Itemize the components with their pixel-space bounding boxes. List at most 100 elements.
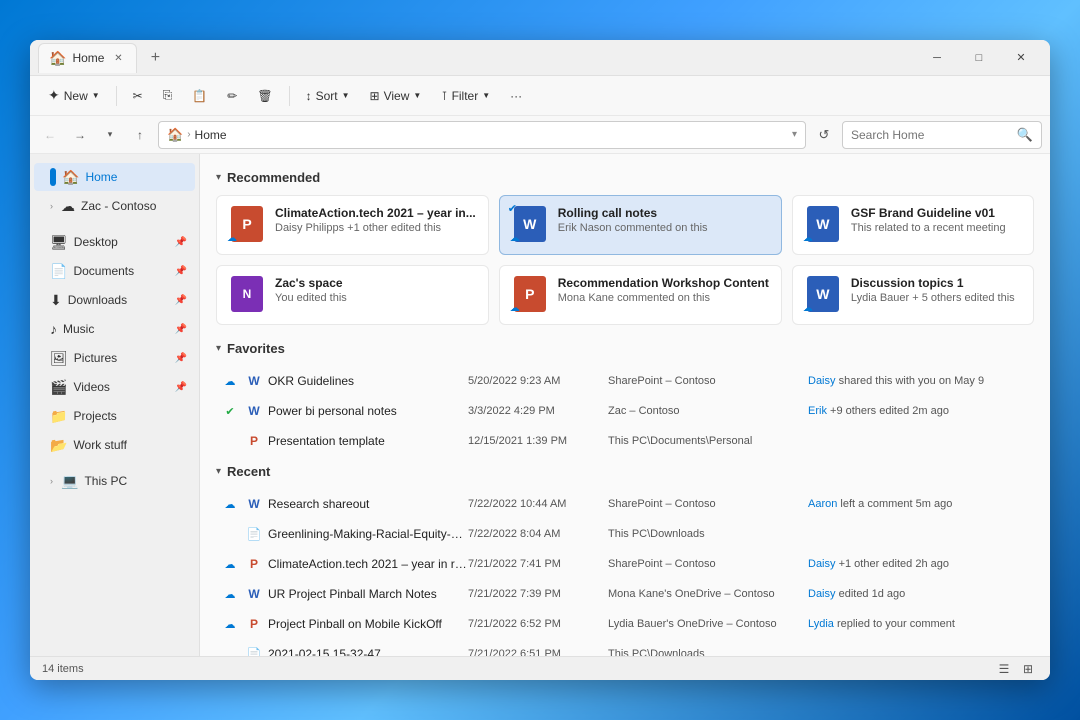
new-label: New — [64, 89, 88, 103]
forward-button[interactable]: → — [68, 123, 92, 147]
rec-3-activity-text: +1 other edited 2h ago — [839, 558, 949, 570]
sidebar-item-home[interactable]: 🏠 Home — [34, 163, 195, 191]
rec-card-4[interactable]: N Zac's space You edited this — [216, 265, 489, 325]
nb-icon-4: N — [231, 276, 263, 312]
sidebar-item-documents[interactable]: 📄 Documents 📌 — [34, 257, 195, 285]
content-area: ▾ Recommended P ☁ ClimateAction.tech 202… — [200, 154, 1050, 656]
main-area: 🏠 Home › ☁ Zac - Contoso 🖥 Desktop 📌 📄 D… — [30, 154, 1050, 656]
recommended-header: ▾ Recommended — [216, 170, 1034, 185]
sidebar-item-pictures[interactable]: 🖼 Pictures 📌 — [34, 344, 195, 372]
grid-view-button[interactable]: ⊞ — [1018, 659, 1038, 679]
rec-2-name: Greenlining-Making-Racial-Equity-Rea... — [268, 527, 468, 541]
path-home-icon: 🏠 — [167, 127, 183, 143]
tab-label: Home — [72, 51, 104, 65]
tab-home[interactable]: 🏠 Home ✕ — [38, 43, 137, 73]
new-button[interactable]: ✦ New ▼ — [40, 82, 108, 110]
this-pc-expand-icon: › — [50, 476, 53, 486]
separator-1 — [116, 86, 117, 106]
delete-button[interactable]: 🗑 — [249, 82, 280, 110]
rec-6-icon: 📄 — [240, 647, 268, 656]
copy-button[interactable]: ⎘ — [155, 82, 181, 110]
rec-card-3[interactable]: W ☁ GSF Brand Guideline v01 This related… — [792, 195, 1034, 255]
rec-4-sync-icon: ☁ — [220, 588, 240, 601]
rec-card-6-title: Discussion topics 1 — [851, 276, 1021, 290]
rename-button[interactable]: ✏ — [219, 82, 245, 110]
favorites-chevron-icon[interactable]: ▾ — [216, 343, 221, 354]
sidebar-item-zac-contoso[interactable]: › ☁ Zac - Contoso — [34, 192, 195, 220]
status-bar: 14 items ☰ ⊞ — [30, 656, 1050, 680]
recent-row-4[interactable]: ☁ W UR Project Pinball March Notes 7/21/… — [216, 579, 1034, 609]
sidebar-item-videos[interactable]: 🎬 Videos 📌 — [34, 373, 195, 401]
recent-row-6[interactable]: 📄 2021-02-15 15-32-47 7/21/2022 6:51 PM … — [216, 639, 1034, 656]
rec-card-5-title: Recommendation Workshop Content — [558, 276, 769, 290]
recent-locations-button[interactable]: ▾ — [98, 123, 122, 147]
recent-row-2[interactable]: 📄 Greenlining-Making-Racial-Equity-Rea..… — [216, 519, 1034, 549]
list-view-button[interactable]: ☰ — [994, 659, 1014, 679]
sidebar-videos-label: Videos — [73, 380, 109, 394]
cloud-badge-6: ☁ — [803, 303, 813, 314]
view-button[interactable]: ⊞ View ▼ — [362, 82, 430, 110]
rec-card-1[interactable]: P ☁ ClimateAction.tech 2021 – year in...… — [216, 195, 489, 255]
recommended-chevron-icon[interactable]: ▾ — [216, 172, 221, 183]
address-path[interactable]: 🏠 › Home ▾ — [158, 121, 806, 149]
path-dropdown-icon[interactable]: ▾ — [792, 129, 797, 140]
fav-1-sync-icon: ☁ — [220, 375, 240, 388]
sidebar-item-projects[interactable]: 📁 Projects — [34, 402, 195, 430]
new-tab-button[interactable]: + — [141, 44, 169, 72]
rec-1-sync-icon: ☁ — [220, 498, 240, 511]
refresh-button[interactable]: ↺ — [812, 123, 836, 147]
fav-row-1[interactable]: ☁ W OKR Guidelines 5/20/2022 9:23 AM Sha… — [216, 366, 1034, 396]
word-small-icon: W — [248, 374, 259, 388]
minimize-button[interactable]: ─ — [916, 42, 958, 74]
rec-card-6[interactable]: W ☁ Discussion topics 1 Lydia Bauer + 5 … — [792, 265, 1034, 325]
recent-chevron-icon[interactable]: ▾ — [216, 466, 221, 477]
fav-2-location: Zac – Contoso — [608, 405, 808, 417]
close-button[interactable]: ✕ — [1000, 42, 1042, 74]
sort-button[interactable]: ↕ Sort ▼ — [298, 82, 358, 110]
up-button[interactable]: ↑ — [128, 123, 152, 147]
pin-icon-2: 📌 — [175, 266, 187, 277]
rec-card-1-icon: P ☁ — [229, 206, 265, 242]
rec-card-6-icon: W ☁ — [805, 276, 841, 312]
rec-card-2-icon: ✔ W ☁ — [512, 206, 548, 242]
tab-close-button[interactable]: ✕ — [110, 50, 126, 66]
sidebar-item-music[interactable]: ♪ Music 📌 — [34, 315, 195, 343]
rec-card-6-subtitle: Lydia Bauer + 5 others edited this — [851, 292, 1021, 304]
rec-card-3-icon: W ☁ — [805, 206, 841, 242]
rec-card-2-subtitle: Erik Nason commented on this — [558, 222, 769, 234]
restore-button[interactable]: □ — [958, 42, 1000, 74]
this-pc-icon: 💻 — [61, 473, 78, 490]
sidebar-item-downloads[interactable]: ⬇ Downloads 📌 — [34, 286, 195, 314]
rec-3-sync-icon: ☁ — [220, 558, 240, 571]
rec-5-activity-text: replied to your comment — [837, 618, 955, 630]
fav-1-activity-name: Daisy — [808, 375, 836, 387]
favorites-list: ☁ W OKR Guidelines 5/20/2022 9:23 AM Sha… — [216, 366, 1034, 456]
back-button[interactable]: ← — [38, 123, 62, 147]
rec-2-icon: 📄 — [240, 527, 268, 541]
sidebar-item-desktop[interactable]: 🖥 Desktop 📌 — [34, 228, 195, 256]
sidebar-projects-label: Projects — [73, 409, 116, 423]
search-input[interactable] — [851, 128, 1013, 142]
filter-button[interactable]: ⊺ Filter ▼ — [433, 82, 498, 110]
more-button[interactable]: ··· — [502, 82, 530, 110]
cut-button[interactable]: ✂ — [125, 82, 151, 110]
search-box[interactable]: 🔍 — [842, 121, 1042, 149]
fav-row-2[interactable]: ✔ W Power bi personal notes 3/3/2022 4:2… — [216, 396, 1034, 426]
fav-row-3[interactable]: P Presentation template 12/15/2021 1:39 … — [216, 426, 1034, 456]
new-dropdown-icon: ▼ — [92, 91, 100, 100]
rec-5-icon: P — [240, 617, 268, 631]
sidebar-item-work-stuff[interactable]: 📂 Work stuff — [34, 431, 195, 459]
rec-card-5[interactable]: P ☁ Recommendation Workshop Content Mona… — [499, 265, 782, 325]
view-chevron-icon: ▼ — [413, 91, 421, 100]
recent-row-3[interactable]: ☁ P ClimateAction.tech 2021 – year in re… — [216, 549, 1034, 579]
rec-card-2[interactable]: ✔ W ☁ Rolling call notes Erik Nason comm… — [499, 195, 782, 255]
pdf-icon-r2: 📄 — [247, 527, 262, 541]
fav-3-date: 12/15/2021 1:39 PM — [468, 435, 608, 447]
rec-card-4-subtitle: You edited this — [275, 292, 476, 304]
recent-row-1[interactable]: ☁ W Research shareout 7/22/2022 10:44 AM… — [216, 489, 1034, 519]
recent-row-5[interactable]: ☁ P Project Pinball on Mobile KickOff 7/… — [216, 609, 1034, 639]
sidebar-item-this-pc[interactable]: › 💻 This PC — [34, 467, 195, 495]
paste-button[interactable]: 📋 — [184, 82, 215, 110]
sidebar-pictures-label: Pictures — [74, 351, 117, 365]
window-controls: ─ □ ✕ — [916, 42, 1042, 74]
